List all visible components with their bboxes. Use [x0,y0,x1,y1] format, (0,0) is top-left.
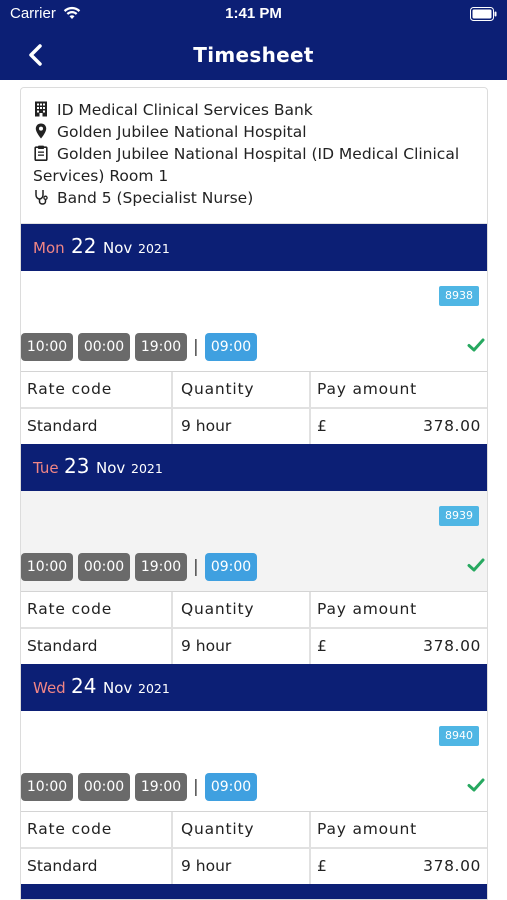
shift-ref-badge: 8938 [439,286,479,306]
quantity-header: Quantity [173,592,311,628]
pay-amount-cell: £378.00 [311,849,487,885]
break-time-chip: 00:00 [78,773,130,801]
rate-code-header: Rate code [21,812,173,848]
quantity-header: Quantity [173,372,311,408]
start-time-chip: 10:00 [21,773,73,801]
department-line-2: Services) Room 1 [33,165,168,187]
pay-amount-cell: £378.00 [311,409,487,445]
rate-table-header: Rate code Quantity Pay amount [21,372,487,408]
organisation-line: ID Medical Clinical Services Bank [33,99,313,121]
currency-symbol: £ [317,417,327,435]
rate-code-value: Standard [21,849,173,885]
total-hours-chip: 09:00 [205,553,257,581]
map-pin-icon [35,123,47,139]
rate-code-value: Standard [21,409,173,445]
check-icon [467,558,485,572]
day-entry-wed[interactable]: 8940 10:00 00:00 19:00 | 09:00 [21,711,487,811]
clock: 1:41 PM [225,5,282,22]
department-line: Golden Jubilee National Hospital (ID Med… [33,143,459,165]
rate-table-header: Rate code Quantity Pay amount [21,592,487,628]
day-weekday: Wed [33,679,66,697]
location-name: Golden Jubilee National Hospital [57,123,307,141]
page-title: Timesheet [193,43,314,67]
shift-ref-badge: 8940 [439,726,479,746]
rate-table-mon: Rate code Quantity Pay amount Standard 9… [21,371,487,445]
day-header-tue: Tue 23 Nov 2021 [21,444,487,491]
time-separator: | [193,777,199,797]
pay-amount-value: 378.00 [423,857,481,875]
table-row: Standard 9 hour £378.00 [21,849,487,885]
stethoscope-icon [35,190,48,205]
day-number: 24 [71,674,97,698]
battery-icon [470,7,497,21]
rate-table-tue: Rate code Quantity Pay amount Standard 9… [21,591,487,665]
day-header-next [21,884,487,899]
rate-code-header: Rate code [21,372,173,408]
shift-ref-badge: 8939 [439,506,479,526]
nav-bar: Timesheet [0,30,507,80]
pay-amount-cell: £378.00 [311,629,487,665]
timesheet-content[interactable]: ID Medical Clinical Services Bank Golden… [20,87,488,900]
currency-symbol: £ [317,857,327,875]
total-hours-chip: 09:00 [205,333,257,361]
day-month: Nov [103,679,133,697]
time-separator: | [193,557,199,577]
location-line: Golden Jubilee National Hospital [33,121,307,143]
start-time-chip: 10:00 [21,553,73,581]
end-time-chip: 19:00 [135,553,187,581]
day-number: 23 [64,454,90,478]
pay-amount-value: 378.00 [423,637,481,655]
band-name: Band 5 (Specialist Nurse) [57,189,254,207]
currency-symbol: £ [317,637,327,655]
building-icon [35,101,47,117]
day-year: 2021 [131,461,163,476]
department-name: Golden Jubilee National Hospital (ID Med… [57,145,460,163]
day-month: Nov [103,239,133,257]
day-header-wed: Wed 24 Nov 2021 [21,664,487,711]
department-room: Services) Room 1 [33,167,169,185]
pay-amount-header: Pay amount [317,820,418,838]
day-entry-tue[interactable]: 8939 10:00 00:00 19:00 | 09:00 [21,491,487,591]
assignment-info-card: ID Medical Clinical Services Bank Golden… [21,88,487,224]
pay-amount-header: Pay amount [317,600,418,618]
rate-table-wed: Rate code Quantity Pay amount Standard 9… [21,811,487,885]
time-separator: | [193,337,199,357]
break-time-chip: 00:00 [78,333,130,361]
pay-amount-header: Pay amount [317,380,418,398]
break-time-chip: 00:00 [78,553,130,581]
rate-code-value: Standard [21,629,173,665]
day-number: 22 [71,234,97,258]
end-time-chip: 19:00 [135,333,187,361]
total-hours-chip: 09:00 [205,773,257,801]
quantity-value: 9 hour [173,629,311,665]
status-bar: Carrier 1:41 PM [0,0,507,30]
day-year: 2021 [138,241,170,256]
day-month: Nov [96,459,126,477]
rate-table-header: Rate code Quantity Pay amount [21,812,487,848]
rate-code-header: Rate code [21,592,173,628]
table-row: Standard 9 hour £378.00 [21,409,487,445]
check-icon [467,338,485,352]
table-row: Standard 9 hour £378.00 [21,629,487,665]
start-time-chip: 10:00 [21,333,73,361]
clipboard-icon [34,145,48,161]
organisation-name: ID Medical Clinical Services Bank [57,101,313,119]
day-entry-mon[interactable]: 8938 10:00 00:00 19:00 | 09:00 [21,271,487,371]
pay-amount-value: 378.00 [423,417,481,435]
quantity-header: Quantity [173,812,311,848]
band-line: Band 5 (Specialist Nurse) [33,187,253,209]
quantity-value: 9 hour [173,409,311,445]
check-icon [467,778,485,792]
end-time-chip: 19:00 [135,773,187,801]
day-weekday: Mon [33,239,65,257]
quantity-value: 9 hour [173,849,311,885]
day-weekday: Tue [33,459,59,477]
day-year: 2021 [138,681,170,696]
day-header-mon: Mon 22 Nov 2021 [21,224,487,271]
